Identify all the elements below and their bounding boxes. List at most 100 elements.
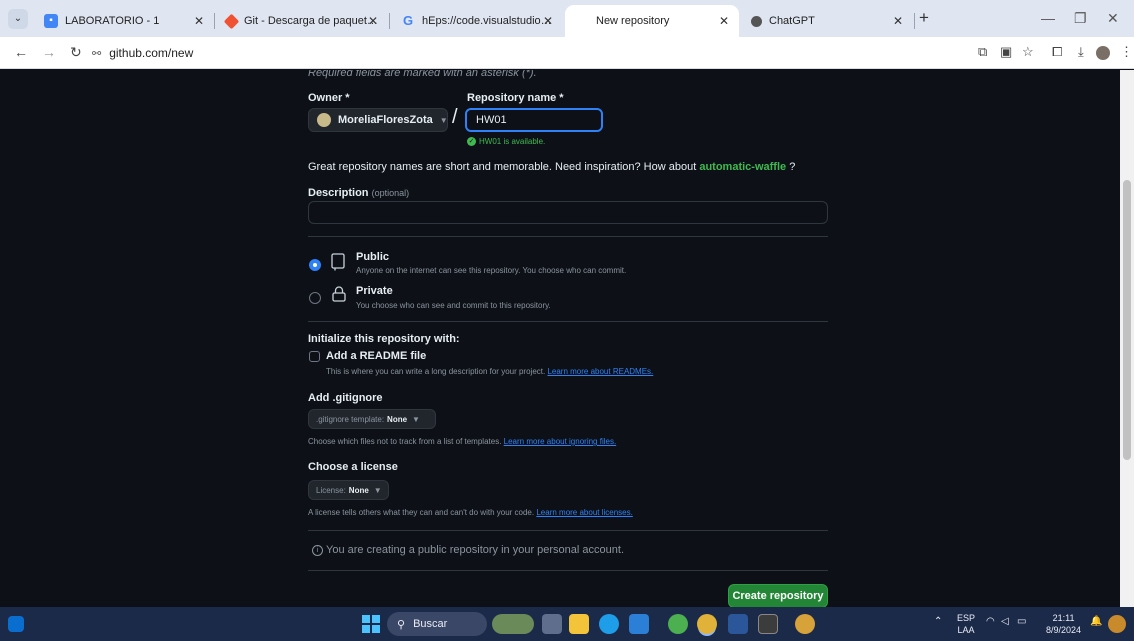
gitignore-description: Choose which files not to track from a l… bbox=[308, 437, 617, 446]
name-suggestion-link[interactable]: automatic-waffle bbox=[699, 161, 786, 173]
close-tab-icon[interactable]: ✕ bbox=[194, 14, 204, 28]
git-icon bbox=[223, 13, 240, 29]
classroom-icon: ▪ bbox=[44, 14, 58, 28]
owner-dropdown[interactable]: MoreliaFloresZota ▼ bbox=[308, 108, 448, 132]
learn-licenses-link[interactable]: Learn more about licenses. bbox=[536, 508, 633, 517]
info-icon: i bbox=[312, 544, 323, 556]
battery-icon[interactable]: ▭ bbox=[1017, 616, 1026, 627]
required-fields-note: Required fields are marked with an aster… bbox=[308, 70, 537, 79]
license-description: A license tells others what they can and… bbox=[308, 508, 633, 517]
close-tab-icon[interactable]: ✕ bbox=[893, 14, 903, 28]
language-indicator[interactable]: ESP LAA bbox=[957, 612, 975, 636]
name-hint: Great repository names are short and mem… bbox=[308, 161, 796, 173]
tab-new-repository[interactable]: New repository ✕ bbox=[565, 5, 739, 37]
page-scrollbar[interactable] bbox=[1120, 70, 1134, 607]
private-title: Private bbox=[356, 285, 393, 297]
github-new-repo-page: Required fields are marked with an aster… bbox=[0, 70, 1134, 607]
tab-search-chevron-icon[interactable]: ⌄ bbox=[8, 9, 28, 29]
start-windows-icon[interactable] bbox=[362, 615, 380, 633]
address-url: github.com/new bbox=[109, 46, 194, 60]
readme-description: This is where you can write a long descr… bbox=[326, 367, 654, 376]
edge-icon[interactable] bbox=[599, 614, 619, 634]
learn-readmes-link[interactable]: Learn more about READMEs. bbox=[547, 367, 653, 376]
repo-name-input[interactable] bbox=[465, 108, 603, 132]
description-input[interactable] bbox=[308, 201, 828, 224]
divider bbox=[308, 321, 828, 322]
back-arrow-icon[interactable]: ← bbox=[14, 44, 28, 60]
tab-vscode-link[interactable]: G hEps://code.visualstudio.com/D ✕ bbox=[391, 5, 563, 37]
license-title: Choose a license bbox=[308, 461, 398, 473]
search-highlight-image bbox=[492, 614, 534, 634]
close-tab-icon[interactable]: ✕ bbox=[719, 14, 729, 28]
readme-label[interactable]: Add a README file bbox=[326, 350, 426, 362]
wifi-icon[interactable]: ◠ bbox=[986, 616, 995, 627]
search-icon: ⚲ bbox=[397, 618, 406, 631]
owner-label: Owner * bbox=[308, 92, 350, 104]
availability-message: ✓ HW01 is available. bbox=[467, 137, 546, 146]
close-window-icon[interactable]: ✕ bbox=[1107, 10, 1119, 27]
minimize-icon[interactable]: — bbox=[1041, 10, 1055, 26]
close-tab-icon[interactable]: ✕ bbox=[543, 14, 553, 28]
public-title: Public bbox=[356, 251, 390, 263]
gitignore-template-dropdown[interactable]: .gitignore template: None ▼ bbox=[308, 409, 436, 429]
tab-chatgpt[interactable]: ChatGPT ✕ bbox=[741, 5, 913, 37]
chrome-icon[interactable] bbox=[668, 614, 688, 634]
browser-toolbar: ← → ↻ ⚯ github.com/new ⧉ ▣ ☆ ⧠ ⤓ ⋮ bbox=[0, 37, 1134, 69]
divider bbox=[308, 530, 828, 531]
weather-icon[interactable] bbox=[1108, 615, 1126, 633]
close-tab-icon[interactable]: ✕ bbox=[368, 14, 378, 28]
extensions-icon[interactable]: ⧠ bbox=[1052, 44, 1062, 60]
browser-tabstrip: ⌄ ▪ LABORATORIO - 1 ✕ Git - Descarga de … bbox=[0, 0, 1134, 37]
readme-checkbox[interactable] bbox=[309, 351, 320, 362]
learn-ignoring-files-link[interactable]: Learn more about ignoring files. bbox=[504, 437, 617, 446]
install-app-icon[interactable]: ⧉ bbox=[978, 44, 987, 60]
tab-laboratorio[interactable]: ▪ LABORATORIO - 1 ✕ bbox=[34, 5, 214, 37]
profile-avatar-icon[interactable] bbox=[1096, 46, 1110, 60]
chatgpt-icon bbox=[751, 15, 762, 27]
description-label: Description (optional) bbox=[308, 187, 410, 199]
widgets-icon[interactable] bbox=[8, 616, 24, 632]
volume-icon[interactable]: ◁ bbox=[1001, 616, 1009, 627]
check-circle-icon: ✓ bbox=[467, 137, 476, 146]
task-view-icon[interactable] bbox=[542, 614, 562, 634]
new-tab-icon[interactable]: + bbox=[919, 8, 929, 28]
scrollbar-thumb[interactable] bbox=[1123, 180, 1131, 460]
lock-icon bbox=[332, 286, 346, 305]
google-icon: G bbox=[402, 13, 414, 28]
caret-down-icon: ▼ bbox=[373, 485, 382, 495]
public-description: Anyone on the internet can see this repo… bbox=[356, 266, 627, 275]
chrome-profile-icon[interactable] bbox=[795, 614, 815, 634]
gitignore-title: Add .gitignore bbox=[308, 392, 383, 404]
taskbar-search[interactable]: ⚲ Buscar bbox=[387, 612, 487, 636]
tray-overflow-icon[interactable]: ⌃ bbox=[934, 616, 942, 627]
restore-icon[interactable]: ❐ bbox=[1074, 10, 1087, 27]
tab-separator bbox=[214, 13, 215, 29]
owner-avatar bbox=[317, 113, 331, 127]
caret-down-icon: ▼ bbox=[412, 414, 420, 424]
address-bar[interactable]: ⚯ github.com/new bbox=[92, 41, 972, 65]
menu-kebab-icon[interactable]: ⋮ bbox=[1120, 44, 1133, 60]
chrome-active-icon[interactable] bbox=[697, 614, 717, 634]
download-icon[interactable]: ⤓ bbox=[1078, 44, 1084, 60]
system-clock[interactable]: 21:11 8/9/2024 bbox=[1046, 612, 1081, 636]
file-explorer-icon[interactable] bbox=[569, 614, 589, 634]
github-icon bbox=[575, 14, 589, 28]
create-repository-button[interactable]: Create repository bbox=[728, 584, 828, 607]
bookmark-star-icon[interactable]: ☆ bbox=[1022, 44, 1034, 60]
caret-down-icon: ▼ bbox=[439, 115, 448, 125]
license-dropdown[interactable]: License: None ▼ bbox=[308, 480, 389, 500]
notification-bell-icon[interactable]: 🔔 bbox=[1090, 616, 1102, 627]
public-radio[interactable] bbox=[309, 259, 321, 271]
store-icon[interactable] bbox=[629, 614, 649, 634]
reload-icon[interactable]: ↻ bbox=[70, 44, 82, 61]
terminal-icon[interactable] bbox=[758, 614, 778, 634]
private-radio[interactable] bbox=[309, 292, 321, 304]
tab-git-download[interactable]: Git - Descarga de paquetes ✕ bbox=[216, 5, 388, 37]
tab-separator bbox=[914, 13, 915, 29]
site-settings-icon[interactable]: ⚯ bbox=[92, 47, 101, 60]
forward-arrow-icon[interactable]: → bbox=[42, 44, 56, 60]
word-icon[interactable] bbox=[728, 614, 748, 634]
translate-icon[interactable]: ▣ bbox=[1000, 44, 1012, 60]
public-notice: i You are creating a public repository i… bbox=[312, 544, 624, 556]
private-description: You choose who can see and commit to thi… bbox=[356, 301, 551, 310]
